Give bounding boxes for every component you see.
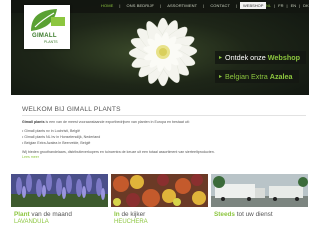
nav-contact[interactable]: CONTACT [210,3,230,8]
divider [22,115,306,116]
lang-separator: | [286,3,288,8]
logo-name: GIMALL [32,33,57,39]
intro-rest: is een van de meest vooraanstaande expor… [44,120,190,124]
promo-highlight: Webshop [267,53,300,62]
tile-caption-dark: van de maand [29,211,72,218]
tile-caption-dark: de kijker [119,211,146,218]
logo-leaf-icon [31,9,65,31]
tile-caption: In de kijker [114,211,145,218]
read-more-link[interactable]: Lees meer [22,155,39,159]
tile-in-de-kijker[interactable]: In de kijker HEUCHERA [111,174,208,230]
welcome-heading: WELKOM BIJ GIMALL PLANTS [22,106,121,113]
outro-text: Wij bieden groothandelaars, distributiev… [22,150,215,154]
tile-plant-of-month[interactable]: Plant van de maand LAVANDULA [11,174,108,230]
lang-nl[interactable]: NL [266,3,271,8]
chevron-right-icon: ▸ [219,55,223,61]
nav-separator: | [236,3,238,8]
trucks-photo [211,174,308,207]
chevron-right-icon: ▸ [219,74,223,80]
tile-caption-green: Steeds [214,211,235,218]
hero-banner: HOME | ONS BEDRIJF | ASSORTIMENT | CONTA… [11,0,309,95]
language-switcher: NL | FR | EN | DK [266,3,309,8]
promo-azalea[interactable]: ▸ Belgian Extra Azalea [215,70,299,83]
lang-separator: | [299,3,301,8]
lang-fr[interactable]: FR [278,3,283,8]
webshop-button[interactable]: WEBSHOP [240,2,267,9]
intro-bold: Gimall plants [22,120,45,124]
heuchera-photo [111,174,208,207]
nav-home[interactable]: HOME [101,3,113,8]
promo-webshop[interactable]: ▸ Ontdek onze Webshop [215,51,306,64]
company-list: Gimall plants nv in Lochristi, België Gi… [22,128,100,146]
lang-dk[interactable]: DK [303,3,309,8]
tile-caption: Plant van de maand [14,211,72,218]
intro-text: Gimall plants is een van de meest vooraa… [22,120,302,125]
lang-en[interactable]: EN [291,3,297,8]
nav-separator: | [119,3,121,8]
lavender-photo [11,174,108,207]
tile-subtitle: LAVANDULA [14,219,49,225]
tile-caption-dark: tot uw dienst [234,211,273,218]
flower-photo [128,17,198,87]
nav-separator: | [203,3,205,8]
promo-text: Belgian Extra [225,72,268,81]
tile-subtitle: HEUCHERA [114,219,148,225]
list-item: Belgian Extra Azalea in Beervelde, Belgi… [22,140,100,146]
logo-tagline: PLANTS [44,40,58,44]
page: HOME | ONS BEDRIJF | ASSORTIMENT | CONTA… [11,0,309,240]
lang-separator: | [274,3,276,8]
nav-assortiment[interactable]: ASSORTIMENT [167,3,197,8]
nav-separator: | [160,3,162,8]
company-logo[interactable]: GIMALL PLANTS [24,5,70,49]
promo-highlight: Azalea [269,72,293,81]
tile-service[interactable]: Steeds tot uw dienst [211,174,308,230]
tile-caption-green: Plant [14,211,30,218]
nav-ons-bedrijf[interactable]: ONS BEDRIJF [127,3,155,8]
tile-caption: Steeds tot uw dienst [214,211,273,218]
promo-text: Ontdek onze [225,53,266,62]
